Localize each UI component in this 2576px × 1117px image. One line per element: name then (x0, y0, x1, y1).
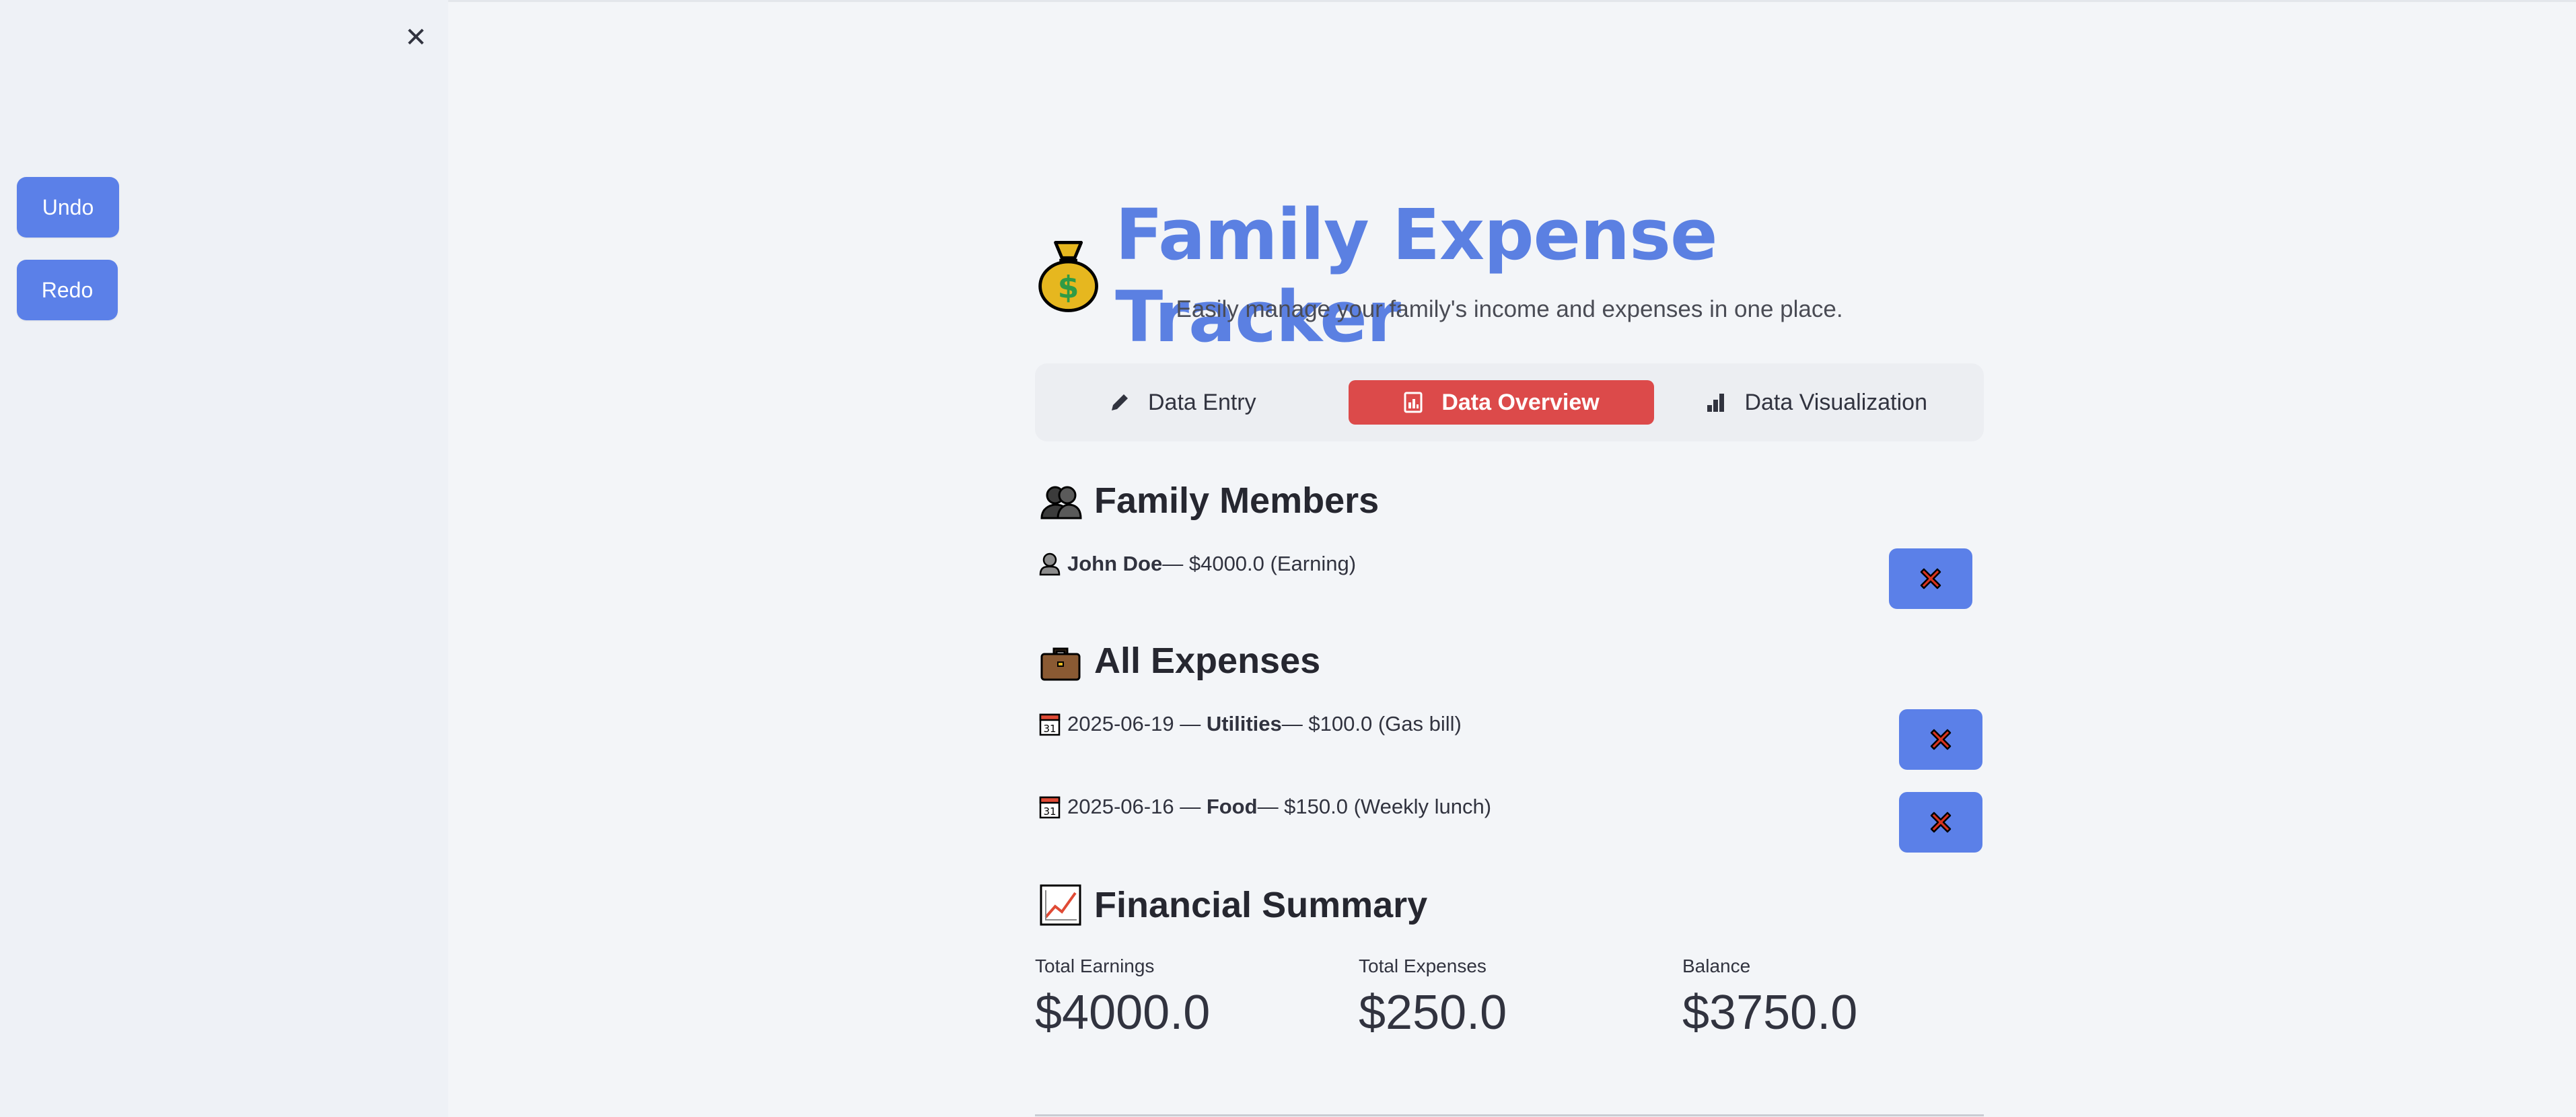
metric-total-expenses: Total Expenses $250.0 (1359, 956, 1507, 1040)
tab-bar: Data Entry Data Overview Data Visualizat… (1035, 363, 1984, 441)
expense-sep: — (1174, 712, 1207, 735)
section-title: All Expenses (1094, 641, 1321, 681)
bar-chart-icon (1707, 394, 1725, 412)
list-item: 31 2025-06-16 — Food — $150.0 (Weekly lu… (1039, 795, 1491, 819)
people-icon (1040, 486, 1082, 519)
svg-text:31: 31 (1043, 805, 1056, 818)
divider (1035, 1114, 1984, 1116)
calendar-icon: 31 (1039, 796, 1061, 819)
delete-expense-button[interactable] (1899, 709, 1982, 770)
undo-button[interactable]: Undo (17, 177, 119, 238)
cross-mark-icon (1920, 568, 1941, 589)
cross-mark-icon (1930, 729, 1952, 750)
metric-label: Total Expenses (1359, 956, 1487, 976)
tab-data-entry[interactable]: Data Entry (1109, 380, 1256, 425)
calendar-icon: 31 (1039, 713, 1061, 736)
pencil-icon (1112, 394, 1128, 410)
expense-date: 2025-06-16 (1067, 795, 1174, 818)
expense-sep: — (1174, 795, 1207, 818)
cross-mark-icon (1930, 812, 1952, 833)
page-subtitle: Easily manage your family's income and e… (1176, 296, 1843, 322)
metric-value: $4000.0 (1035, 986, 1211, 1040)
tab-label: Data Visualization (1744, 389, 1927, 415)
metric-value: $3750.0 (1682, 986, 1858, 1040)
metric-total-earnings: Total Earnings $4000.0 (1035, 956, 1210, 1040)
list-item: John Doe — $4000.0 (Earning) (1039, 552, 1356, 576)
tab-label: Data Overview (1441, 389, 1600, 415)
tab-label: Data Entry (1148, 389, 1256, 415)
title-row: $ Family Expense Tracker (1035, 194, 1984, 358)
person-icon (1039, 552, 1061, 576)
page-title: Family Expense Tracker (1115, 194, 1717, 358)
financial-summary-heading: Financial Summary (1039, 884, 1427, 927)
briefcase-icon (1040, 647, 1081, 681)
list-item: 31 2025-06-19 — Utilities — $100.0 (Gas … (1039, 712, 1462, 736)
tab-data-overview[interactable]: Data Overview (1348, 380, 1654, 425)
member-name: John Doe (1067, 552, 1163, 575)
section-title: Family Members (1094, 480, 1380, 521)
expense-category: Food (1206, 795, 1258, 818)
member-detail: — $4000.0 (Earning) (1162, 552, 1357, 575)
tab-data-visualization[interactable]: Data Visualization (1705, 380, 1927, 425)
family-members-heading: Family Members (1039, 479, 1379, 522)
close-icon[interactable]: ✕ (401, 23, 431, 52)
metric-label: Total Earnings (1035, 956, 1155, 976)
expense-detail: — $150.0 (Weekly lunch) (1257, 795, 1492, 818)
delete-member-button[interactable] (1889, 548, 1972, 609)
metric-label: Balance (1682, 956, 1751, 976)
sidebar: ✕ Undo Redo (0, 0, 448, 1117)
metric-value: $250.0 (1359, 986, 1507, 1040)
expense-date: 2025-06-19 (1067, 712, 1174, 735)
svg-text:31: 31 (1043, 723, 1056, 735)
redo-button[interactable]: Redo (17, 260, 118, 320)
chart-increasing-icon (1040, 884, 1081, 926)
chart-icon (1404, 392, 1423, 413)
expense-detail: — $100.0 (Gas bill) (1281, 712, 1462, 735)
delete-expense-button[interactable] (1899, 792, 1982, 853)
all-expenses-heading: All Expenses (1039, 639, 1320, 682)
expense-category: Utilities (1206, 712, 1282, 735)
metric-balance: Balance $3750.0 (1682, 956, 1857, 1040)
section-title: Financial Summary (1094, 885, 1428, 925)
